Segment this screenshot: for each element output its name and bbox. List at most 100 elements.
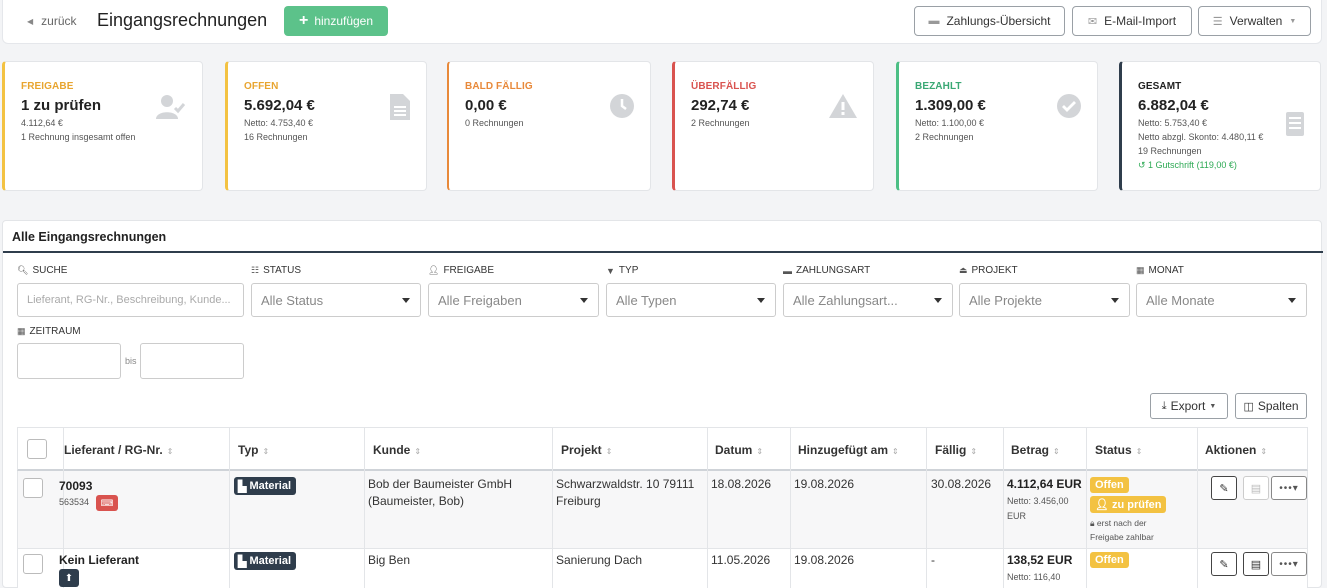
- date-to-input[interactable]: [140, 343, 244, 379]
- columns-button[interactable]: ◫ Spalten: [1235, 393, 1307, 419]
- col-customer[interactable]: Kunde ⇕: [373, 443, 421, 457]
- card-subtext: 0 Rechnungen: [465, 118, 524, 128]
- month-select[interactable]: Alle Monate: [1136, 283, 1307, 317]
- edit-button[interactable]: ✎: [1211, 552, 1237, 576]
- chevron-down-icon: ▼: [1289, 17, 1297, 25]
- col-date[interactable]: Datum ⇕: [715, 443, 763, 457]
- column-divider: [926, 428, 927, 472]
- card-subtext: Netto: 4.753,40 €: [244, 118, 314, 128]
- add-invoice-button[interactable]: + hinzufügen: [284, 6, 388, 36]
- payments-overview-button[interactable]: ▬ Zahlungs-Übersicht: [914, 6, 1065, 36]
- project-select-value: Alle Projekte: [969, 292, 1042, 308]
- status-badge: Offen: [1090, 552, 1129, 568]
- card-due-soon[interactable]: BALD FÄLLIG 0,00 € 0 Rechnungen: [447, 61, 651, 191]
- manage-dropdown-button[interactable]: ☰ Verwalten ▼: [1198, 6, 1311, 36]
- search-label-text: SUCHE: [32, 265, 68, 276]
- column-divider: [1197, 471, 1198, 549]
- credit-note-label: 1 Gutschrift (119,00 €): [1148, 160, 1237, 170]
- column-divider: [364, 471, 365, 549]
- page-title: Eingangsrechnungen: [97, 10, 268, 30]
- column-divider: [552, 549, 553, 588]
- keyboard-icon[interactable]: ⌨: [96, 495, 118, 511]
- column-divider: [364, 428, 365, 472]
- panel-title: Alle Eingangsrechnungen: [12, 230, 167, 244]
- col-actions-label: Aktionen: [1205, 443, 1257, 457]
- upload-icon[interactable]: ⬆: [59, 569, 79, 587]
- column-divider: [1003, 549, 1004, 588]
- columns-icon: ◫: [1243, 400, 1254, 413]
- col-project[interactable]: Projekt ⇕: [561, 443, 612, 457]
- col-actions[interactable]: Aktionen ⇕: [1205, 443, 1267, 457]
- col-amount[interactable]: Betrag ⇕: [1011, 443, 1060, 457]
- approval-filter-label: 👤︎ FREIGABE: [428, 265, 494, 276]
- list-icon: ☷: [251, 265, 260, 275]
- date-from-input[interactable]: [17, 343, 121, 379]
- col-type[interactable]: Typ ⇕: [238, 443, 269, 457]
- top-bar: ◀ zurück Eingangsrechnungen + hinzufügen…: [2, 0, 1322, 44]
- table-row[interactable]: 70093 563534 ⌨ ▙ Material Bob der Baumeis…: [17, 471, 1308, 549]
- filter-icon: ▼: [606, 265, 615, 276]
- status-select[interactable]: Alle Status: [251, 283, 421, 317]
- sort-icon: ⇕: [262, 447, 270, 456]
- amount: 4.112,64 EUR: [1007, 477, 1082, 491]
- column-divider: [364, 549, 365, 588]
- document-button[interactable]: ▤: [1243, 476, 1269, 500]
- added-date: 19.08.2026: [794, 477, 855, 491]
- invoice-date: 11.05.2026: [711, 553, 771, 567]
- back-label: zurück: [41, 14, 77, 28]
- warning-icon: [829, 94, 857, 125]
- export-button[interactable]: ⤓ Export ▼: [1150, 393, 1228, 419]
- row-checkbox[interactable]: [23, 478, 43, 498]
- supplier-name[interactable]: Kein Lieferant: [59, 552, 139, 569]
- range-label-text: ZEITRAUM: [29, 326, 81, 337]
- card-total[interactable]: GESAMT 6.882,04 € Netto: 5.753,40 € Nett…: [1119, 61, 1321, 191]
- card-label: ÜBERFÄLLIG: [691, 81, 757, 92]
- document-icon: ▤: [1250, 558, 1262, 571]
- col-supplier[interactable]: Lieferant / RG-Nr. ⇕: [64, 443, 173, 457]
- column-divider: [229, 471, 230, 549]
- approval-note-line2: Freigabe zahlbar: [1090, 532, 1154, 542]
- email-import-button[interactable]: ✉ E-Mail-Import: [1072, 6, 1192, 36]
- more-actions-button[interactable]: •••▾: [1271, 476, 1307, 500]
- more-icon: •••▾: [1279, 482, 1299, 494]
- col-status[interactable]: Status ⇕: [1095, 443, 1142, 457]
- card-overdue[interactable]: ÜBERFÄLLIG 292,74 € 2 Rechnungen: [672, 61, 874, 191]
- column-divider: [1086, 428, 1087, 472]
- user-check-icon: 👤︎: [428, 265, 440, 275]
- card-approval[interactable]: FREIGABE 1 zu prüfen 4.112,64 € 1 Rechnu…: [2, 61, 203, 191]
- col-due[interactable]: Fällig ⇕: [935, 443, 977, 457]
- search-input[interactable]: Lieferant, RG-Nr., Beschreibung, Kunde..…: [17, 283, 244, 317]
- col-added[interactable]: Hinzugefügt am ⇕: [798, 443, 899, 457]
- col-customer-label: Kunde: [373, 443, 411, 457]
- type-label: Material: [249, 480, 292, 492]
- payment-card-icon: ▬: [928, 15, 940, 27]
- approval-note-line1: erst nach der: [1096, 518, 1147, 528]
- document-button[interactable]: ▤: [1243, 552, 1269, 576]
- calendar-icon: ▦: [1136, 265, 1145, 275]
- col-project-label: Projekt: [561, 443, 602, 457]
- card-label: GESAMT: [1138, 81, 1182, 92]
- row-checkbox[interactable]: [23, 554, 43, 574]
- payment-select[interactable]: Alle Zahlungsart...: [783, 283, 953, 317]
- type-filter-label: ▼ TYP: [606, 265, 638, 276]
- approval-badge[interactable]: 👤︎ zu prüfen: [1090, 496, 1167, 513]
- month-label-text: MONAT: [1148, 265, 1184, 276]
- type-select[interactable]: Alle Typen: [606, 283, 776, 317]
- card-paid[interactable]: BEZAHLT 1.309,00 € Netto: 1.100,00 € 2 R…: [896, 61, 1098, 191]
- download-icon: ⤓: [1161, 399, 1167, 412]
- select-all-checkbox[interactable]: [27, 439, 47, 459]
- project-filter-label: ⏏ PROJEKT: [959, 265, 1018, 276]
- more-actions-button[interactable]: •••▾: [1271, 552, 1307, 576]
- columns-label: Spalten: [1257, 399, 1299, 413]
- approval-select[interactable]: Alle Freigaben: [428, 283, 599, 317]
- plus-icon: +: [298, 12, 309, 29]
- back-link[interactable]: ◀ zurück: [27, 14, 77, 28]
- payment-label-text: ZAHLUNGSART: [796, 265, 871, 276]
- supplier-name[interactable]: 70093: [59, 478, 92, 495]
- card-label: FREIGABE: [21, 81, 74, 92]
- table-row[interactable]: Kein Lieferant ⬆ ▙ Material Big Ben Sanie…: [17, 549, 1308, 588]
- edit-button[interactable]: ✎: [1211, 476, 1237, 500]
- card-open[interactable]: OFFEN 5.692,04 € Netto: 4.753,40 € 16 Re…: [225, 61, 427, 191]
- project-select[interactable]: Alle Projekte: [959, 283, 1130, 317]
- credit-note-line[interactable]: ↺ 1 Gutschrift (119,00 €): [1138, 158, 1304, 172]
